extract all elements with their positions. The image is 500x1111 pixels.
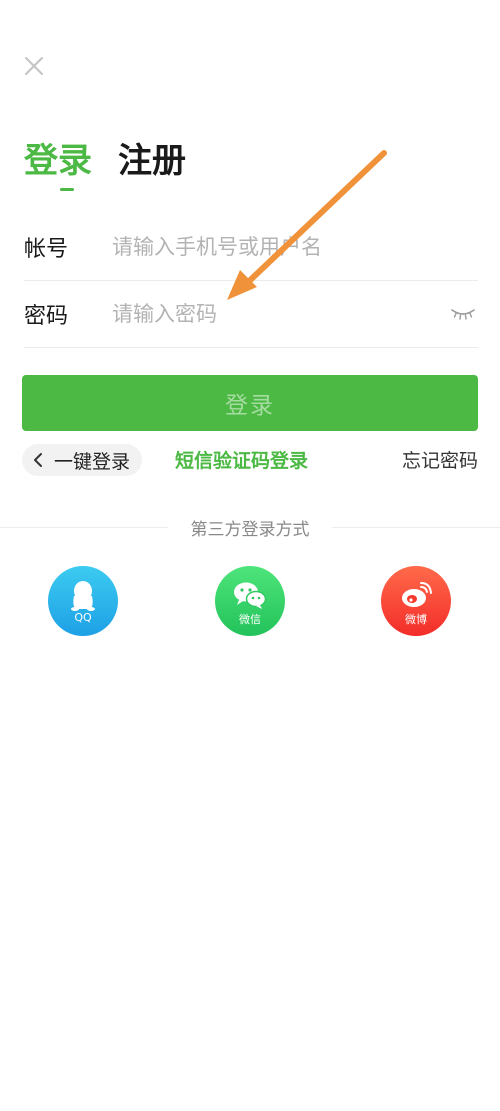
password-row: 密码 [24,281,478,348]
wechat-label: 微信 [239,613,261,626]
tab-register[interactable]: 注册 [118,138,186,184]
one-key-login-label: 一键登录 [54,450,131,473]
weibo-label: 微博 [405,613,427,626]
qq-login-button[interactable]: QQ [48,566,118,636]
chevron-left-icon [34,453,42,467]
qq-icon [71,581,95,611]
weibo-login-button[interactable]: 微博 [381,566,451,636]
password-input[interactable] [112,294,450,334]
password-label: 密码 [24,304,69,329]
wechat-login-button[interactable]: 微信 [215,566,285,636]
qq-label: QQ [74,611,92,624]
auth-tabs: 登录 注册 [24,138,186,198]
divider-right [332,527,500,528]
account-input[interactable] [112,227,478,267]
login-button[interactable]: 登录 [22,375,478,431]
forgot-password-link[interactable]: 忘记密码 [402,446,478,476]
account-label: 帐号 [24,237,69,262]
sms-login-link[interactable]: 短信验证码登录 [175,446,308,476]
close-button[interactable] [20,52,48,80]
close-icon [25,57,43,75]
tab-register-label: 注册 [118,141,186,181]
tab-login-indicator [60,188,74,191]
tab-login[interactable]: 登录 [24,138,92,191]
account-row: 帐号 [24,214,478,281]
eye-closed-icon[interactable] [450,307,476,321]
login-button-label: 登录 [225,393,275,419]
one-key-login-button[interactable]: 一键登录 [22,444,143,476]
tab-login-label: 登录 [24,141,92,181]
